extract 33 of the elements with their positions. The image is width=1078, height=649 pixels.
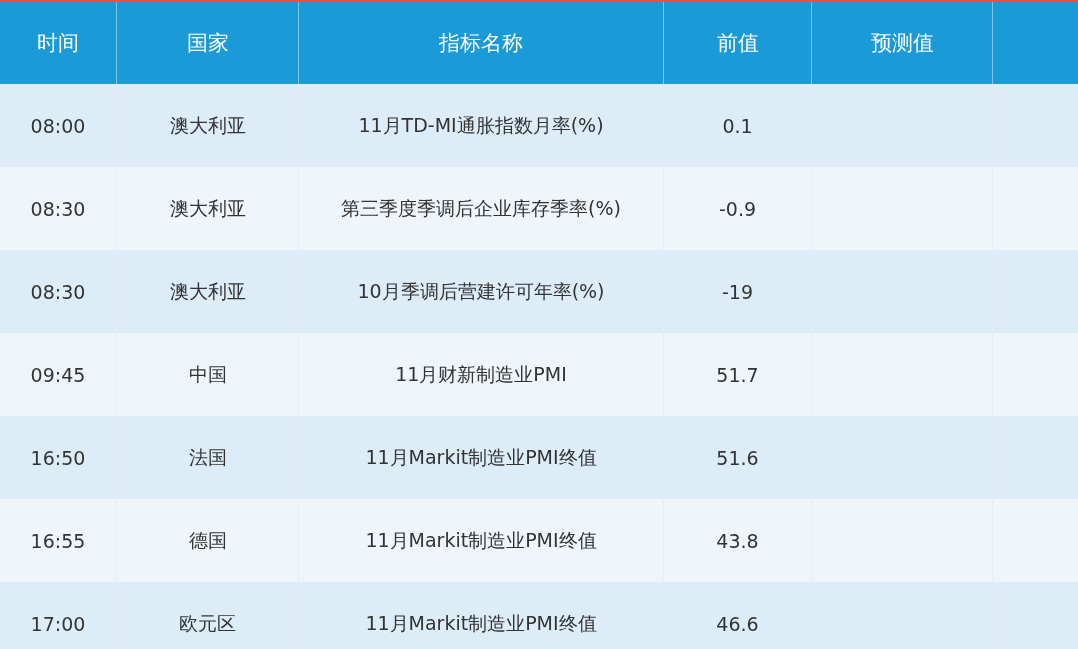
table-cell-text: 11月Markit制造业PMI终值 xyxy=(365,610,597,636)
table-cell-text: 第三季度季调后企业库存季率(%) xyxy=(341,195,621,221)
column-header: 前值 xyxy=(716,30,759,57)
table-cell: 51.6 xyxy=(716,446,759,469)
column-header: 预测值 xyxy=(870,30,934,57)
table-cell-text: 11月财新制造业PMI xyxy=(395,361,567,387)
table-cell: 46.6 xyxy=(716,612,759,635)
table-cell: 51.7 xyxy=(716,363,759,386)
table-cell: 09:45 xyxy=(30,363,86,386)
table-cell: 08:30 xyxy=(30,197,86,220)
table-cell: -0.9 xyxy=(718,197,757,220)
table-cell: 08:30 xyxy=(30,280,86,303)
table-cell-text: 中国 xyxy=(188,361,227,387)
table-cell-text: 11月Markit制造业PMI终值 xyxy=(365,527,597,553)
column-header: 指标名称 xyxy=(439,30,523,57)
table-cell-text: 欧元区 xyxy=(179,610,236,636)
column-header: 国家 xyxy=(186,30,229,57)
table-cell-text: 澳大利亚 xyxy=(169,112,246,138)
table-cell: 0.1 xyxy=(722,114,753,137)
table-cell: -19 xyxy=(721,280,753,303)
table-cell: 08:00 xyxy=(30,114,86,137)
table-cell-text: 法国 xyxy=(188,444,227,470)
table-cell-text: 澳大利亚 xyxy=(169,195,246,221)
table-cell: 16:55 xyxy=(30,529,86,552)
table-cell-text: 德国 xyxy=(188,527,227,553)
table-cell: 43.8 xyxy=(716,529,759,552)
table-cell-text: 11月Markit制造业PMI终值 xyxy=(365,444,597,470)
table-cell-text: 澳大利亚 xyxy=(169,278,246,304)
table-cell: 17:00 xyxy=(30,612,86,635)
table-cell-text: 10月季调后营建许可年率(%) xyxy=(357,278,605,304)
table-cell-text: 11月TD-MI通胀指数月率(%) xyxy=(358,112,604,138)
table-cell: 16:50 xyxy=(30,446,86,469)
column-header: 时间 xyxy=(37,30,79,57)
